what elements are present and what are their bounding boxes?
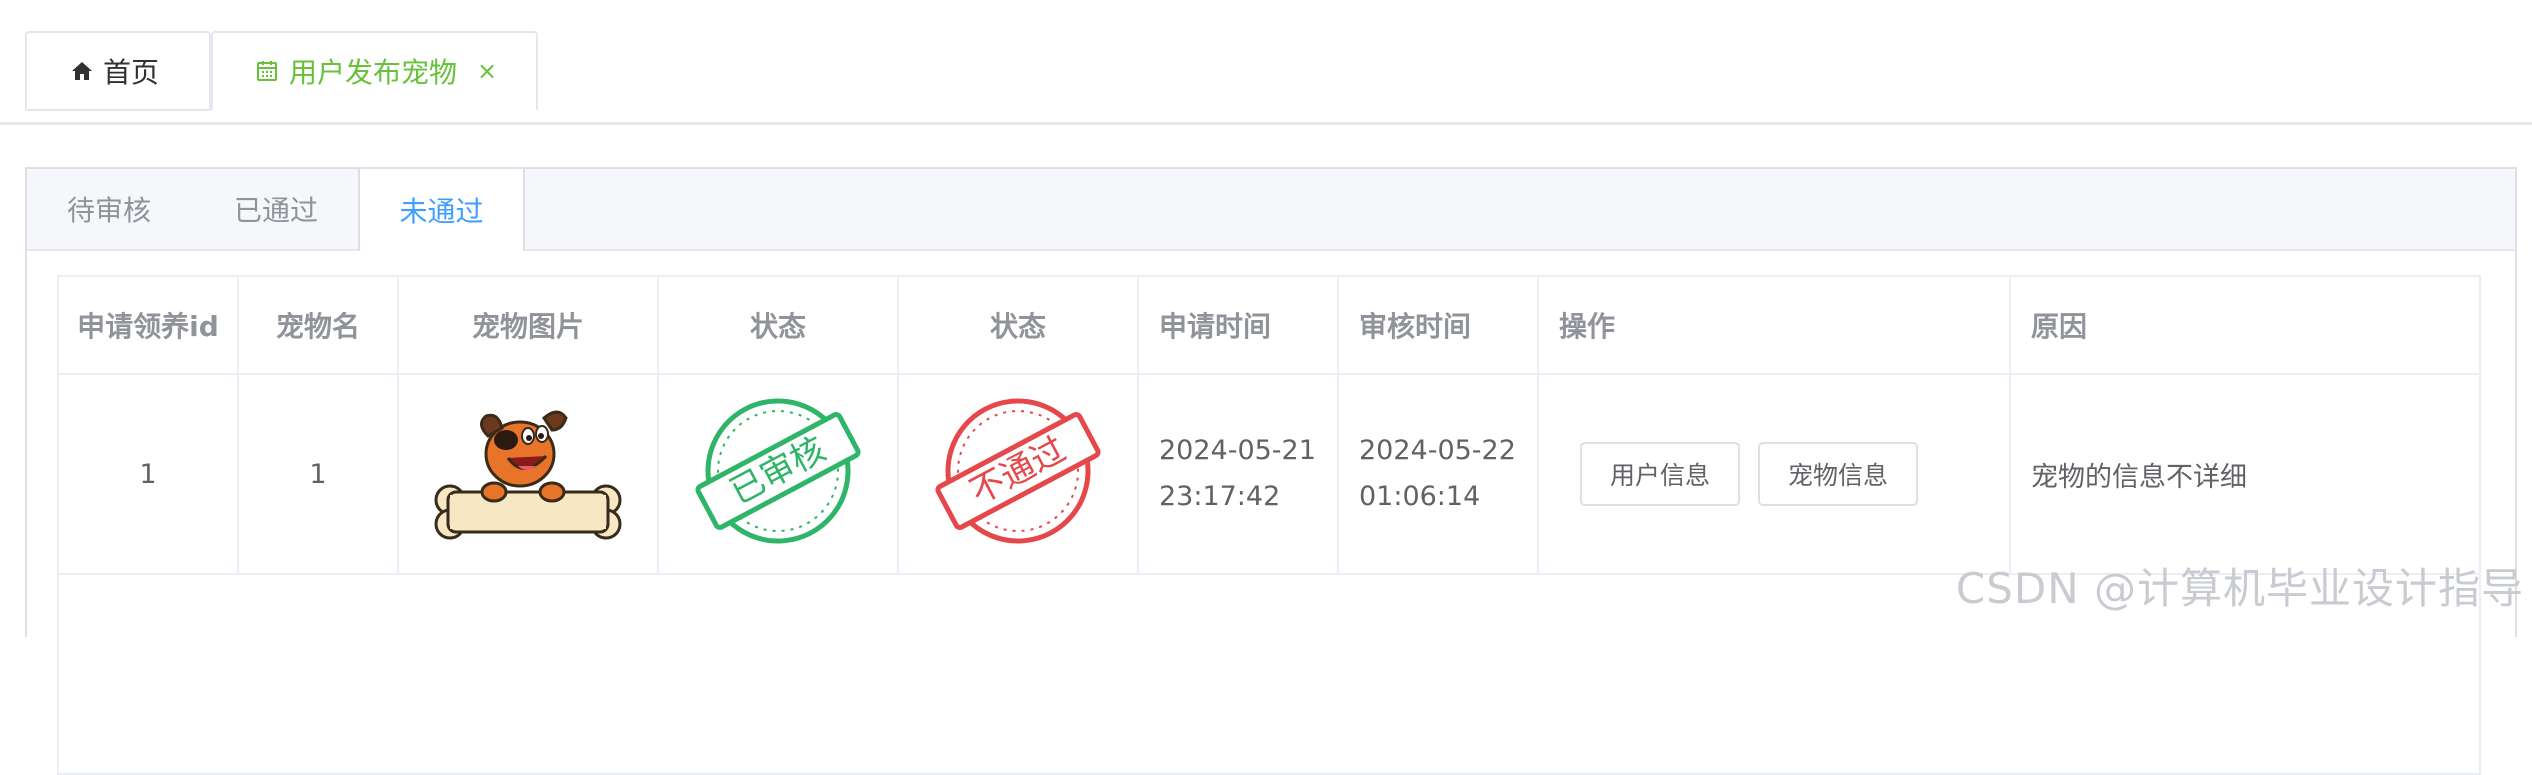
review-clock: 01:06:14 xyxy=(1359,481,1481,512)
cell-apply-id: 1 xyxy=(57,373,239,575)
page-tab-home-label: 首页 xyxy=(103,56,160,89)
page-tab-user-publish-pet-label: 用户发布宠物 xyxy=(289,56,458,89)
page-tab-bar: 首页 用户发布宠物 × xyxy=(0,0,2532,125)
cell-reason: 宠物的信息不详细 xyxy=(2009,373,2481,575)
calendar-icon xyxy=(255,59,279,83)
cell-review-time: 2024-05-22 01:06:14 xyxy=(1337,373,1539,575)
cell-result-stamp: 不通过 xyxy=(897,373,1139,575)
header-actions: 操作 xyxy=(1537,275,2011,375)
pet-info-button[interactable]: 宠物信息 xyxy=(1758,442,1918,506)
cell-pet-name: 1 xyxy=(237,373,399,575)
header-pet-image: 宠物图片 xyxy=(397,275,659,375)
apply-clock: 23:17:42 xyxy=(1159,481,1281,512)
adoption-table: 申请领养id 宠物名 宠物图片 状态 状态 申请时间 审核时间 操作 原因 1 … xyxy=(57,275,2481,775)
header-apply-time: 申请时间 xyxy=(1137,275,1339,375)
review-date: 2024-05-22 xyxy=(1359,435,1516,466)
watermark: CSDN @计算机毕业设计指导 xyxy=(1955,564,2524,613)
cell-apply-time: 2024-05-21 23:17:42 xyxy=(1137,373,1339,575)
tab-passed[interactable]: 已通过 xyxy=(234,169,318,249)
home-icon xyxy=(71,60,93,82)
approved-stamp: 已审核 xyxy=(695,398,861,543)
rejected-stamp: 不通过 xyxy=(935,398,1101,543)
header-pet-name: 宠物名 xyxy=(237,275,399,375)
tab-pending[interactable]: 待审核 xyxy=(67,169,151,249)
tab-rejected[interactable]: 未通过 xyxy=(358,169,525,251)
header-status-result: 状态 xyxy=(897,275,1139,375)
page-tab-user-publish-pet[interactable]: 用户发布宠物 × xyxy=(211,31,538,111)
tab-bar-divider xyxy=(0,122,2532,125)
header-review-time: 审核时间 xyxy=(1337,275,1539,375)
status-tab-bar: 待审核 已通过 未通过 xyxy=(27,169,2515,251)
user-info-button[interactable]: 用户信息 xyxy=(1580,442,1740,506)
table-header-row: 申请领养id 宠物名 宠物图片 状态 状态 申请时间 审核时间 操作 原因 xyxy=(57,275,2481,375)
header-apply-id: 申请领养id xyxy=(57,275,239,375)
svg-text:不通过: 不通过 xyxy=(964,429,1073,512)
table-row: 1 1 已审核 不通过 2024-05-21 23:17:42 2024-05-… xyxy=(57,373,2481,575)
close-icon[interactable]: × xyxy=(477,57,497,85)
cell-pet-image xyxy=(397,373,659,575)
page-tab-home[interactable]: 首页 xyxy=(25,31,211,111)
pet-image xyxy=(434,410,622,539)
cell-status-stamp: 已审核 xyxy=(657,373,899,575)
cell-actions: 用户信息 宠物信息 xyxy=(1537,373,2011,575)
header-reason: 原因 xyxy=(2009,275,2481,375)
svg-text:已审核: 已审核 xyxy=(724,429,833,512)
header-status: 状态 xyxy=(657,275,899,375)
apply-date: 2024-05-21 xyxy=(1159,435,1316,466)
